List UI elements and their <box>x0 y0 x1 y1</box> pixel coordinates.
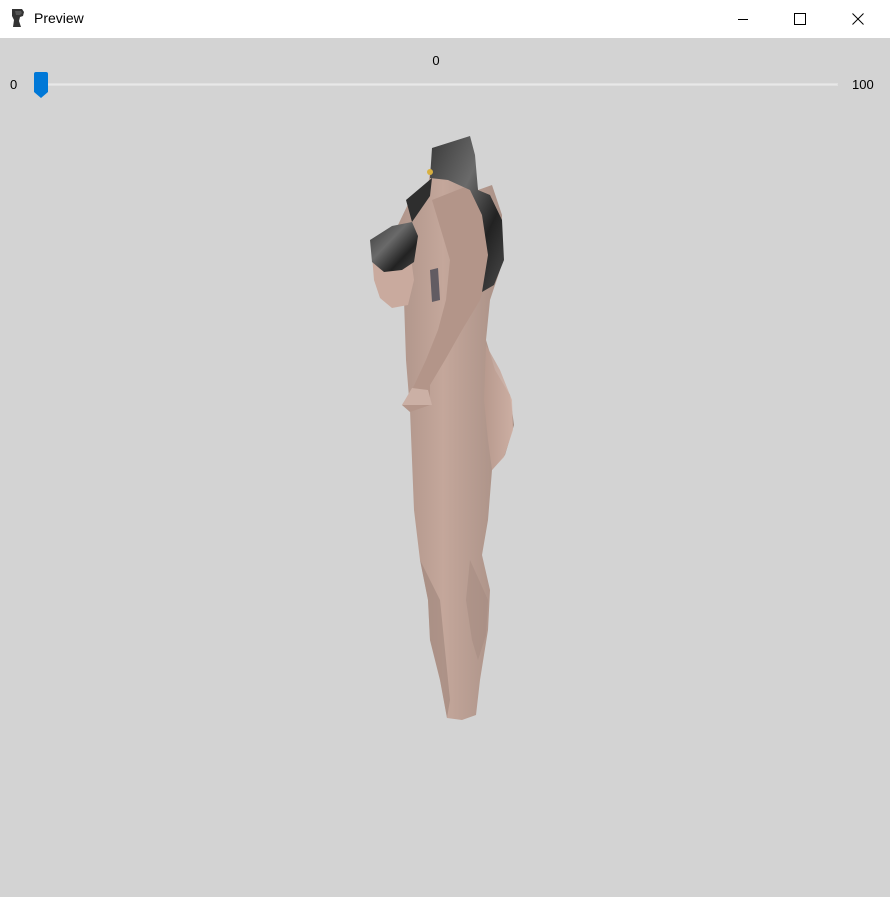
title-bar[interactable]: Preview <box>0 0 890 38</box>
preview-viewport[interactable] <box>0 100 890 897</box>
minimize-icon <box>737 13 749 25</box>
morph-slider[interactable] <box>34 72 840 98</box>
close-icon <box>852 13 864 25</box>
minimize-button[interactable] <box>714 0 772 38</box>
maximize-button[interactable] <box>771 0 829 38</box>
maximize-icon <box>794 13 806 25</box>
close-button[interactable] <box>829 0 887 38</box>
slider-track[interactable] <box>34 83 838 86</box>
slider-value-label: 0 <box>432 53 440 68</box>
app-icon <box>10 8 26 28</box>
slider-max-label: 100 <box>852 77 874 92</box>
3d-model-preview <box>370 136 514 720</box>
slider-min-label: 0 <box>10 77 18 92</box>
slider-thumb[interactable] <box>34 72 48 98</box>
window-title: Preview <box>34 10 84 26</box>
preview-window: Preview 0 0 100 <box>0 0 890 897</box>
